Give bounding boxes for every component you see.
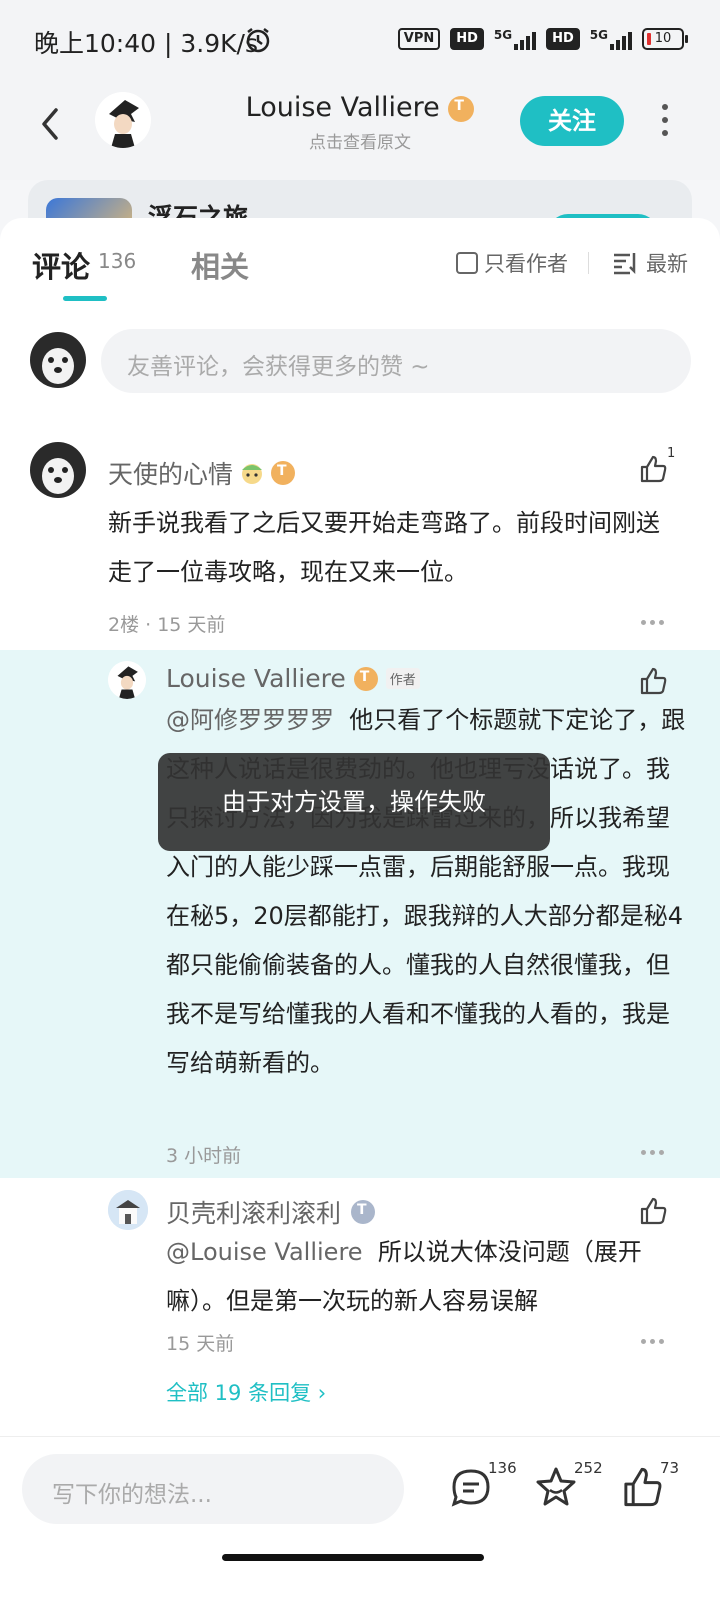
level-badge-icon — [353, 666, 378, 691]
more-options-icon[interactable] — [660, 104, 670, 140]
home-indicator[interactable] — [222, 1554, 484, 1561]
hd-badge-2: HD — [546, 28, 580, 50]
vpn-badge: VPN — [397, 28, 441, 50]
status-time: 晚上10:40 | 3.9K/s — [34, 29, 258, 58]
reply-avatar[interactable] — [108, 661, 146, 699]
sort-label: 最新 — [646, 252, 688, 276]
reply2-time: 15 天前 — [166, 1333, 235, 1355]
reply-time: 3 小时前 — [166, 1145, 242, 1167]
sort-button[interactable]: 最新 — [612, 248, 688, 278]
comment-count: 136 — [488, 1459, 517, 1477]
comment-input-placeholder: 友善评论，会获得更多的赞 ~ — [127, 354, 430, 380]
commenter-name[interactable]: 天使的心情 — [108, 455, 233, 491]
thumbs-up-icon[interactable] — [620, 1465, 664, 1509]
comment-sheet: 评论 136 相关 只看作者 最新 友善评论，会获得更多的赞 ~ 天使的心情 T… — [0, 218, 720, 1436]
bottom-comment-input[interactable]: 写下你的想法... — [22, 1454, 404, 1524]
reply-like-icon[interactable] — [638, 666, 668, 696]
divider — [588, 252, 589, 274]
my-avatar — [30, 332, 86, 388]
status-bar: 晚上10:40 | 3.9K/s VPN HD 5G HD 5G 10 — [0, 0, 720, 80]
only-author-label: 只看作者 — [484, 252, 568, 276]
star-icon[interactable] — [534, 1465, 578, 1509]
alarm-icon — [246, 28, 270, 53]
bottom-input-placeholder: 写下你的想法... — [52, 1482, 212, 1508]
reply2-header: 贝壳利滚利滚利 — [166, 1194, 376, 1230]
reply2-like-icon[interactable] — [638, 1196, 668, 1226]
favorite-count: 252 — [574, 1459, 603, 1477]
emoji-badge-icon — [242, 464, 263, 484]
tab-comments[interactable]: 评论 — [32, 244, 90, 286]
hd-badge-1: HD — [450, 28, 484, 50]
follow-button[interactable]: 关注 — [520, 96, 624, 146]
checkbox-icon[interactable] — [456, 252, 478, 274]
reply2-more-icon[interactable] — [641, 1339, 664, 1344]
like-count: 1 — [667, 446, 676, 461]
signal-icon-2: 5G — [590, 28, 632, 50]
level-badge-icon — [271, 461, 296, 485]
reply-mention[interactable]: @阿修罗罗罗罗 — [166, 706, 334, 734]
tab-related[interactable]: 相关 — [191, 244, 249, 286]
reply-more-icon[interactable] — [641, 1150, 664, 1155]
reply2-mention[interactable]: @Louise Valliere — [166, 1238, 363, 1266]
author-badge-icon — [448, 95, 475, 122]
commenter-avatar[interactable] — [30, 442, 86, 498]
reply-header: Louise Valliere 作者 — [166, 664, 420, 693]
like-total-count: 73 — [660, 1459, 680, 1477]
reply-user[interactable]: Louise Valliere — [166, 664, 346, 693]
level-badge-icon — [351, 1200, 376, 1224]
comments-count: 136 — [98, 249, 137, 273]
reply2-user[interactable]: 贝壳利滚利滚利 — [166, 1194, 341, 1230]
status-icons: VPN HD 5G HD 5G 10 — [397, 28, 688, 50]
sort-icon — [614, 253, 636, 275]
only-author-toggle[interactable]: 只看作者 — [456, 248, 568, 278]
like-icon[interactable] — [638, 454, 668, 484]
reply2-avatar[interactable] — [108, 1190, 148, 1230]
tab-active-indicator — [63, 296, 107, 301]
comment-header: 天使的心情 — [108, 455, 296, 491]
reply-highlighted: Louise Valliere 作者 @阿修罗罗罗罗 他只看了个标题就下定论了，… — [0, 650, 720, 1178]
view-all-replies-link[interactable]: 全部 19 条回复 › — [166, 1377, 326, 1407]
comment-icon[interactable] — [450, 1467, 492, 1509]
reply2-body: @Louise Valliere 所以说大体没问题（展开嘛）。但是第一次玩的新人… — [166, 1238, 642, 1315]
comment-meta: 2楼 · 15 天前 — [108, 614, 226, 636]
bottom-bar: 写下你的想法... 136 252 73 — [0, 1436, 720, 1601]
comment-input[interactable]: 友善评论，会获得更多的赞 ~ — [101, 329, 691, 393]
signal-icon-1: 5G — [494, 28, 537, 50]
comment-body: 新手说我看了之后又要开始走弯路了。前段时间刚送走了一位毒攻略，现在又来一位。 — [108, 509, 660, 586]
toast-message: 由于对方设置，操作失败 — [158, 753, 550, 851]
battery-icon: 10 — [642, 28, 688, 50]
author-tag: 作者 — [385, 668, 420, 689]
comment-more-icon[interactable] — [641, 620, 664, 625]
